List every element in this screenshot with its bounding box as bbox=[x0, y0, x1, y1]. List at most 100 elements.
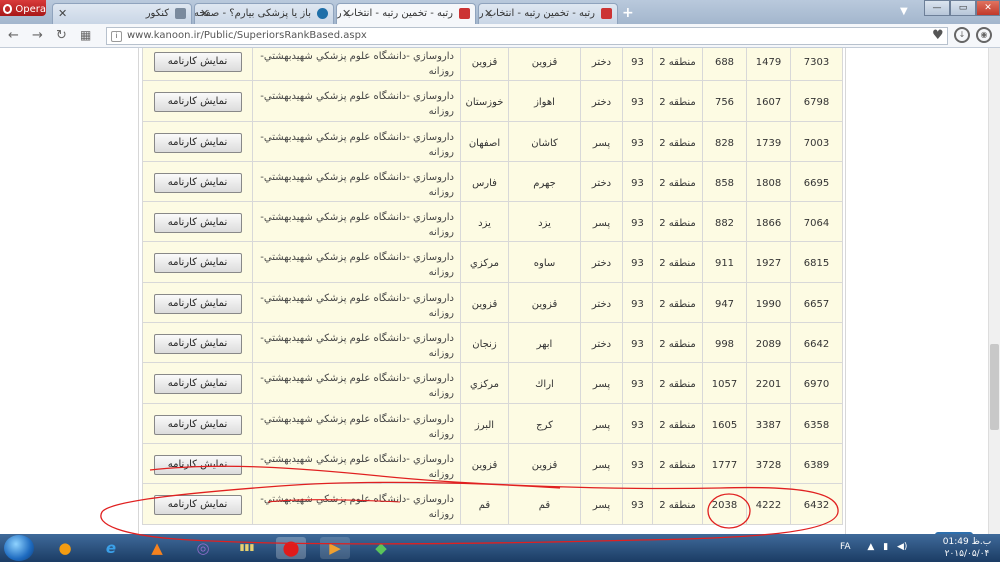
report-cell: نمایش کارنامه bbox=[142, 402, 253, 444]
show-report-button[interactable]: نمایش کارنامه bbox=[153, 374, 242, 395]
volume-icon[interactable]: ◀) bbox=[897, 542, 907, 552]
site-info-icon[interactable]: i bbox=[111, 31, 122, 42]
tab-forum[interactable]: ✕ باز یا پزشکی بیارم؟ - صفحه 2 bbox=[194, 3, 334, 24]
cell-rank-b: 688 bbox=[702, 48, 747, 82]
network-icon[interactable]: ▮ bbox=[883, 542, 888, 552]
firefox-icon[interactable]: ● bbox=[50, 537, 80, 559]
tab-menu-icon[interactable]: ▼ bbox=[900, 6, 908, 17]
show-report-button[interactable]: نمایش کارنامه bbox=[153, 293, 242, 314]
clock[interactable]: 01:49 ب.ظ ۲۰۱۵/۰۵/۰۴ bbox=[938, 536, 996, 560]
forward-arrow-icon[interactable]: → bbox=[32, 28, 43, 43]
report-cell: نمایش کارنامه bbox=[142, 160, 253, 203]
cell-year: 93 bbox=[622, 48, 653, 82]
tab-rank-active[interactable]: ✕ رتبه - تخمین رتبه - انتخاب رشته bbox=[336, 3, 476, 25]
cell-gender: دختر bbox=[580, 48, 623, 82]
tab-rank[interactable]: ✕ رتبه - تخمین رتبه - انتخاب رشته bbox=[478, 3, 618, 24]
speed-dial-icon[interactable]: ▦ bbox=[80, 28, 91, 42]
report-cell: نمایش کارنامه bbox=[142, 48, 253, 82]
bookmark-heart-icon[interactable]: ♥ bbox=[932, 28, 944, 43]
opera-label: Opera bbox=[15, 3, 46, 15]
cell-field: داروسازي -دانشگاه علوم پزشكي شهيدبهشتي-ر… bbox=[252, 442, 461, 485]
cell-gender: دختر bbox=[580, 80, 623, 122]
table-row: نمایش کارنامه داروسازي -دانشگاه علوم پزشك… bbox=[142, 362, 843, 404]
internet-explorer-icon[interactable]: e bbox=[96, 537, 126, 559]
cell-gender: دختر bbox=[580, 322, 623, 364]
cell-region: منطقه 2 bbox=[652, 201, 703, 243]
tab-close-icon[interactable]: ✕ bbox=[200, 7, 209, 20]
cell-gender: پسر bbox=[580, 362, 623, 404]
back-arrow-icon[interactable]: ← bbox=[8, 28, 19, 43]
extensions-icon[interactable]: ◉ bbox=[976, 27, 992, 43]
cell-city: اراك bbox=[508, 362, 581, 404]
cell-city: قزوين bbox=[508, 442, 581, 485]
cell-id: 6358 bbox=[790, 402, 843, 444]
close-window-icon[interactable]: ✕ bbox=[976, 0, 1000, 16]
report-cell: نمایش کارنامه bbox=[142, 80, 253, 122]
cell-region: منطقه 2 bbox=[652, 322, 703, 364]
report-cell: نمایش کارنامه bbox=[142, 483, 253, 525]
cell-region: منطقه 2 bbox=[652, 160, 703, 203]
table-row: نمایش کارنامه داروسازي -دانشگاه علوم پزشك… bbox=[142, 442, 843, 485]
tab-title: کنکور bbox=[145, 8, 169, 19]
cell-field: داروسازي -دانشگاه علوم پزشكي شهيدبهشتي-ر… bbox=[252, 402, 461, 444]
new-tab-icon[interactable]: + bbox=[622, 5, 634, 21]
cell-city: كرج bbox=[508, 402, 581, 444]
reload-icon[interactable]: ↻ bbox=[56, 28, 67, 43]
cell-city: قزوين bbox=[508, 48, 581, 82]
show-report-button[interactable]: نمایش کارنامه bbox=[153, 92, 242, 113]
cell-year: 93 bbox=[622, 402, 653, 444]
cell-region: منطقه 2 bbox=[652, 120, 703, 162]
results-panel: نمایش کارنامه داروسازي -دانشگاه علوم پزشك… bbox=[138, 48, 846, 534]
start-button[interactable] bbox=[4, 535, 34, 561]
address-bar[interactable]: i www.kanoon.ir/Public/SuperiorsRankBase… bbox=[106, 27, 948, 45]
cell-region: منطقه 2 bbox=[652, 442, 703, 485]
maximize-icon[interactable]: ▭ bbox=[950, 0, 976, 16]
cell-id: 6815 bbox=[790, 241, 843, 283]
show-report-button[interactable]: نمایش کارنامه bbox=[153, 454, 242, 475]
show-report-button[interactable]: نمایش کارنامه bbox=[153, 495, 242, 516]
cell-rank-a: 3728 bbox=[746, 442, 791, 485]
cell-id: 7003 bbox=[790, 120, 843, 162]
show-report-button[interactable]: نمایش کارنامه bbox=[153, 253, 242, 274]
show-report-button[interactable]: نمایش کارنامه bbox=[153, 52, 242, 72]
cell-province: خوزستان bbox=[460, 80, 509, 122]
language-indicator[interactable]: FA bbox=[840, 542, 851, 552]
cell-rank-b: 756 bbox=[702, 80, 747, 122]
cell-rank-a: 1927 bbox=[746, 241, 791, 283]
show-report-button[interactable]: نمایش کارنامه bbox=[153, 132, 242, 153]
opera-menu-button[interactable]: Opera bbox=[0, 0, 46, 16]
cell-rank-b: 911 bbox=[702, 241, 747, 283]
show-report-button[interactable]: نمایش کارنامه bbox=[153, 414, 242, 435]
app-icon[interactable]: ▮▮▮ bbox=[232, 537, 262, 559]
page-scrollbar[interactable] bbox=[988, 48, 1000, 534]
cell-field: داروسازي -دانشگاه علوم پزشكي شهيدبهشتي-ر… bbox=[252, 80, 461, 122]
report-cell: نمایش کارنامه bbox=[142, 362, 253, 404]
tab-close-icon[interactable]: ✕ bbox=[58, 7, 67, 20]
tray-arrow-icon[interactable]: ▲ bbox=[867, 542, 874, 552]
tab-close-icon[interactable]: ✕ bbox=[484, 7, 493, 20]
cell-id: 6389 bbox=[790, 442, 843, 485]
viber-icon[interactable]: ◎ bbox=[188, 537, 218, 559]
scrollbar-thumb[interactable] bbox=[990, 344, 999, 430]
cell-rank-b: 828 bbox=[702, 120, 747, 162]
tab-konkur[interactable]: ✕ کنکور bbox=[52, 3, 192, 24]
media-player-icon[interactable]: ▶ bbox=[320, 537, 350, 559]
show-report-button[interactable]: نمایش کارنامه bbox=[153, 172, 242, 193]
show-report-button[interactable]: نمایش کارنامه bbox=[153, 213, 242, 234]
minimize-icon[interactable]: — bbox=[924, 0, 950, 16]
cell-rank-a: 1739 bbox=[746, 120, 791, 162]
vlc-icon[interactable]: ▲ bbox=[142, 537, 172, 559]
cell-rank-b: 2038 bbox=[702, 483, 747, 525]
report-cell: نمایش کارنامه bbox=[142, 322, 253, 364]
cell-gender: دختر bbox=[580, 281, 623, 324]
opera-taskbar-icon[interactable]: ⬤ bbox=[276, 537, 306, 559]
tab-close-icon[interactable]: ✕ bbox=[342, 7, 351, 20]
download-manager-icon[interactable]: ◆ bbox=[366, 537, 396, 559]
cell-id: 6798 bbox=[790, 80, 843, 122]
report-cell: نمایش کارنامه bbox=[142, 442, 253, 485]
cell-province: مركزي bbox=[460, 362, 509, 404]
download-icon[interactable]: ↓ bbox=[954, 27, 970, 43]
show-report-button[interactable]: نمایش کارنامه bbox=[153, 334, 242, 355]
table-row: نمایش کارنامه داروسازي -دانشگاه علوم پزشك… bbox=[142, 322, 843, 364]
table-row: نمایش کارنامه داروسازي -دانشگاه علوم پزشك… bbox=[142, 160, 843, 203]
